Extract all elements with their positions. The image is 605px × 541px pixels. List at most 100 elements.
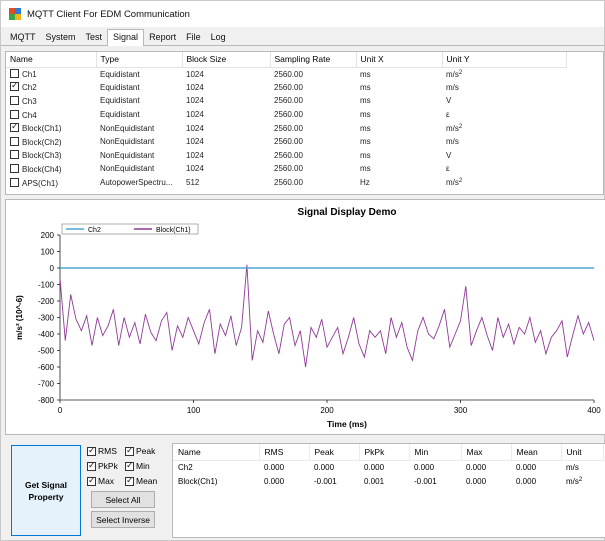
row-checkbox[interactable] <box>10 109 19 119</box>
signal-block-size: 1024 <box>186 110 204 120</box>
max-checkbox[interactable]: Max <box>87 475 114 486</box>
stats-column-header[interactable]: Name <box>173 444 260 461</box>
tab-report[interactable]: Report <box>144 30 181 45</box>
signal-name: Block(Ch2) <box>22 137 62 147</box>
row-checkbox[interactable] <box>10 81 19 92</box>
y-tick-label: -500 <box>38 347 55 356</box>
signal-chart[interactable]: Signal Display Demo Ch2 Block(Ch1) 200 100 0-… <box>5 199 605 435</box>
tab-test[interactable]: Test <box>81 30 108 45</box>
stats-unit: m/s <box>566 462 579 472</box>
row-checkbox[interactable] <box>10 95 19 105</box>
signal-block-size: 512 <box>186 178 200 188</box>
stats-column-header[interactable]: Peak <box>309 444 360 461</box>
signal-block-size: 1024 <box>186 82 204 92</box>
signal-name: APS(Ch1) <box>22 178 59 188</box>
column-header[interactable]: Unit Y <box>442 52 567 68</box>
legend-label: Block(Ch1) <box>156 227 191 234</box>
tab-mqtt[interactable]: MQTT <box>5 30 41 45</box>
signal-unit-x: Hz <box>360 178 370 188</box>
get-signal-property-button[interactable]: Get Signal Property <box>11 445 81 536</box>
table-row[interactable]: Block(Ch1) NonEquidistant 1024 2560.00 ms m/s… <box>6 121 566 135</box>
stats-mean: 0.000 <box>516 462 537 472</box>
column-header[interactable]: Unit X <box>356 52 443 68</box>
mean-checkbox[interactable]: Mean <box>125 475 157 486</box>
stats-min: -0.001 <box>414 476 437 486</box>
signal-list[interactable]: Name Type Block Size Sampling Rate Unit X Uni… <box>5 51 604 195</box>
unit-exponent: 2 <box>458 123 463 130</box>
column-header[interactable]: Sampling Rate <box>270 52 357 68</box>
table-row[interactable]: APS(Ch1) AutopowerSpectru... 512 2560.00 Hz m… <box>6 176 566 190</box>
table-row[interactable]: Block(Ch4) NonEquidistant 1024 2560.00 ms ε <box>6 162 566 176</box>
x-tick-label: 400 <box>587 406 601 415</box>
y-tick-label: -700 <box>38 380 55 389</box>
stats-column-header[interactable]: PkPk <box>359 444 410 461</box>
table-row[interactable]: Ch1 Equidistant 1024 2560.00 ms m/s2 <box>6 67 566 81</box>
tab-file[interactable]: File <box>181 30 206 45</box>
y-tick-label: 200 <box>41 231 55 240</box>
peak-checkbox[interactable]: Peak <box>125 445 155 456</box>
tab-bar: MQTT System Test Signal Report File Log <box>1 28 604 46</box>
checkbox-icon <box>125 460 134 471</box>
stats-mean: 0.000 <box>516 476 537 486</box>
signal-unit-x: ms <box>360 96 371 106</box>
stats-row[interactable]: Block(Ch1) 0.000 -0.001 0.001 -0.001 0.000 0.0… <box>173 474 603 488</box>
table-row[interactable]: Block(Ch3) NonEquidistant 1024 2560.00 ms V <box>6 149 566 163</box>
stats-column-header[interactable]: Unit <box>561 444 604 461</box>
row-checkbox[interactable] <box>10 150 19 160</box>
property-panel: Get Signal Property RMS Peak PkPk Min Ma… <box>5 441 605 541</box>
signal-unit-x: ms <box>360 137 371 147</box>
signal-type: Equidistant <box>100 96 140 106</box>
y-tick-label: -600 <box>38 363 55 372</box>
signal-name: Ch3 <box>22 96 37 106</box>
signal-unit-y: V <box>446 96 452 106</box>
signal-unit-y: V <box>446 150 452 160</box>
column-header[interactable]: Block Size <box>182 52 271 68</box>
stats-column-header[interactable]: Max <box>461 444 512 461</box>
signal-name: Ch1 <box>22 70 37 80</box>
signal-unit-y: ε <box>446 164 450 174</box>
stats-column-header[interactable]: RMS <box>259 444 310 461</box>
y-tick-label: -400 <box>38 330 55 339</box>
table-row[interactable]: Ch4 Equidistant 1024 2560.00 ms ε <box>6 108 566 122</box>
signal-block-size: 1024 <box>186 164 204 174</box>
row-checkbox[interactable] <box>10 69 19 79</box>
table-row[interactable]: Ch2 Equidistant 1024 2560.00 ms m/s <box>6 81 566 95</box>
rms-checkbox[interactable]: RMS <box>87 445 117 456</box>
signal-unit-x: ms <box>360 69 371 79</box>
column-header[interactable]: Name <box>6 52 97 68</box>
signal-sampling-rate: 2560.00 <box>274 110 303 120</box>
row-checkbox[interactable] <box>10 136 19 146</box>
chart-svg: Signal Display DemoCh2 Block(Ch1)2001000-… <box>15 207 601 429</box>
stats-column-header[interactable]: Mean <box>511 444 562 461</box>
app-window: MQTT Client For EDM Communication MQTT Sy… <box>0 0 605 541</box>
table-row[interactable]: Ch3 Equidistant 1024 2560.00 ms V <box>6 94 566 108</box>
tab-signal[interactable]: Signal <box>107 29 145 46</box>
column-header[interactable]: Type <box>96 52 183 68</box>
stats-peak: -0.001 <box>314 476 337 486</box>
stats-column-header[interactable]: Min <box>409 444 462 461</box>
signal-block-size: 1024 <box>186 123 204 133</box>
tab-system[interactable]: System <box>41 30 81 45</box>
signal-unit-x: ms <box>360 164 371 174</box>
x-tick-label: 200 <box>320 406 334 415</box>
signal-name: Block(Ch4) <box>22 164 62 174</box>
tab-log[interactable]: Log <box>206 30 231 45</box>
stats-list[interactable]: Name RMS Peak PkPk Min Max Mean Unit Ch2 0.000 0.… <box>172 443 605 538</box>
signal-type: Equidistant <box>100 110 140 120</box>
row-checkbox[interactable] <box>10 121 19 133</box>
y-tick-label: -200 <box>38 297 55 306</box>
y-tick-label: 100 <box>41 248 55 257</box>
row-checkbox[interactable] <box>10 163 19 173</box>
signal-type: NonEquidistant <box>100 123 155 133</box>
x-axis-label: Time (ms) <box>327 419 367 429</box>
stats-row[interactable]: Ch2 0.000 0.000 0.000 0.000 0.000 0.000 m/s <box>173 460 603 474</box>
signal-type: NonEquidistant <box>100 137 155 147</box>
select-inverse-button[interactable]: Select Inverse <box>91 511 155 528</box>
select-all-button[interactable]: Select All <box>91 491 155 508</box>
stats-name: Ch2 <box>178 462 193 472</box>
table-row[interactable]: Block(Ch2) NonEquidistant 1024 2560.00 ms m/s <box>6 135 566 149</box>
signal-block-size: 1024 <box>186 96 204 106</box>
pkpk-checkbox[interactable]: PkPk <box>87 460 118 471</box>
row-checkbox[interactable] <box>10 177 19 187</box>
min-checkbox[interactable]: Min <box>125 460 150 471</box>
